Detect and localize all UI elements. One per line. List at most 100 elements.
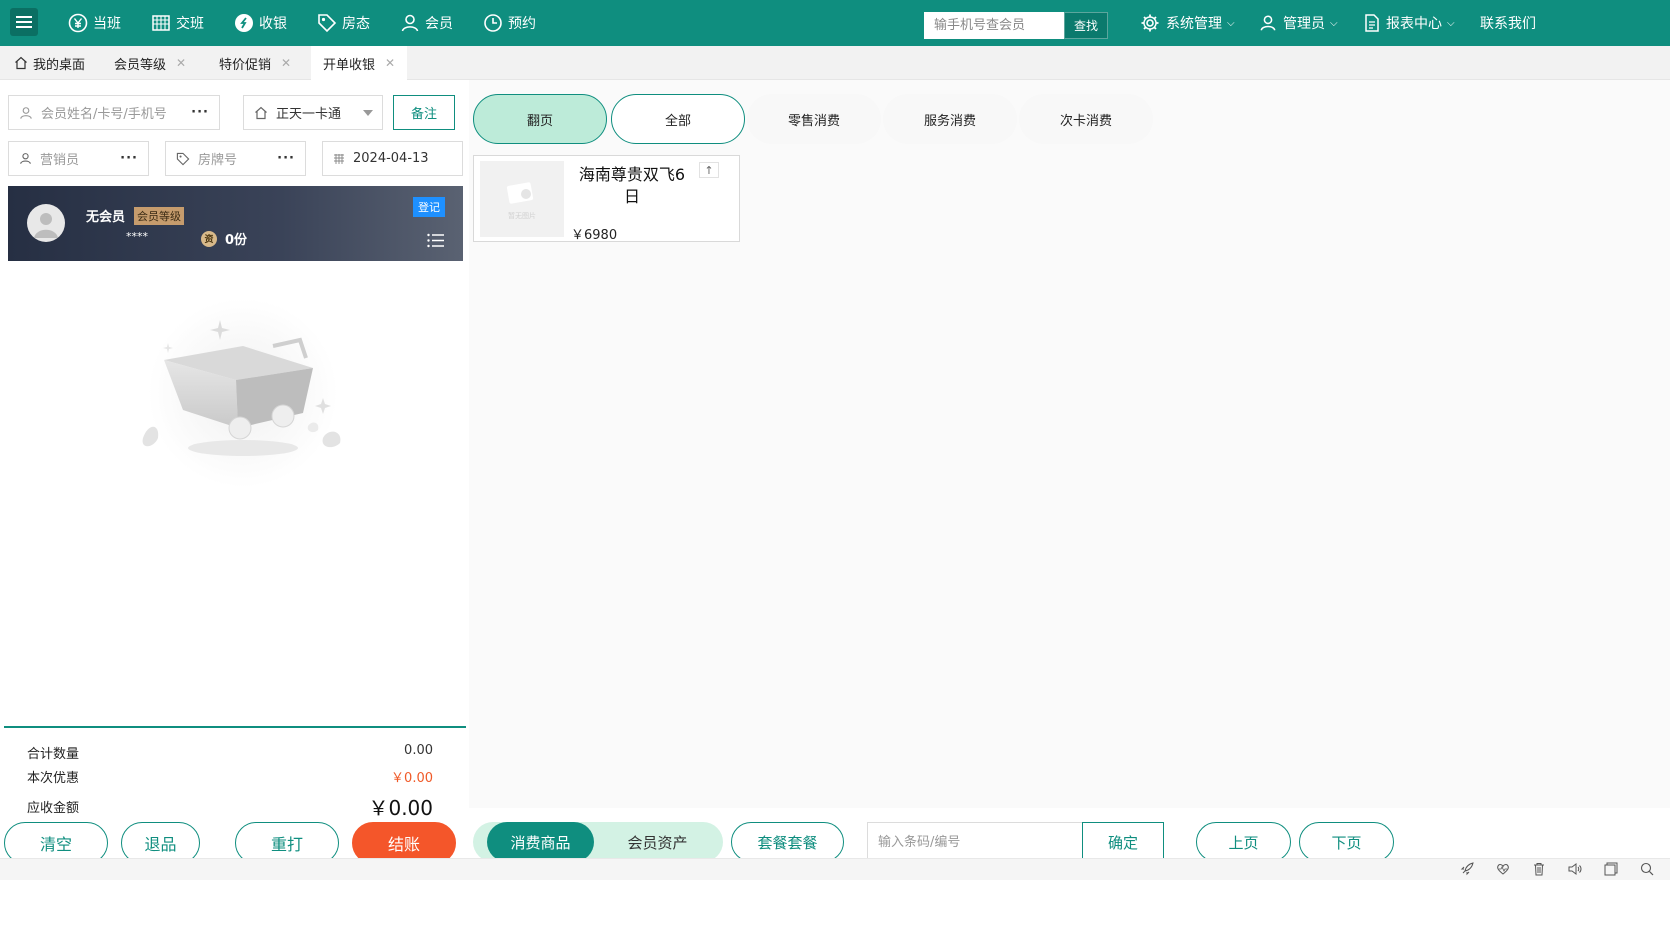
avatar	[27, 204, 65, 242]
tab-open-cashier[interactable]: 开单收银 ✕	[311, 46, 408, 80]
search-button[interactable]: 查找	[1064, 12, 1108, 39]
category-all[interactable]: 全部	[611, 94, 745, 144]
volume-icon[interactable]	[1568, 862, 1584, 878]
contact-link-label: 联系我们	[1480, 16, 1536, 32]
chevron-down-icon: ⌵	[1227, 17, 1235, 29]
summary-quantity-value: 0.00	[404, 743, 433, 758]
report-menu-label: 报表中心	[1386, 16, 1442, 32]
tab-special-promo[interactable]: 特价促销 ✕	[207, 46, 303, 80]
coin-icon: 资	[201, 230, 217, 247]
cashier-icon	[234, 13, 254, 33]
member-points: 资 0份	[201, 229, 247, 248]
svg-text:暂无图片: 暂无图片	[508, 211, 536, 220]
tab-label: 开单收银	[323, 57, 376, 73]
app-root: 当班 交班 收银 房态 会员 预约 查找	[0, 0, 1670, 935]
member-search-field[interactable]: 会员姓名/卡号/手机号 ···	[8, 95, 220, 130]
package-button[interactable]: 套餐套餐	[731, 822, 844, 862]
report-menu[interactable]: 报表中心 ⌵	[1364, 0, 1455, 46]
tab-desktop[interactable]: 我的桌面	[2, 46, 97, 80]
user-icon	[400, 13, 420, 33]
calendar-icon	[333, 153, 345, 165]
nav-item-handover[interactable]: 交班	[151, 0, 204, 46]
user-icon	[19, 106, 33, 120]
barcode-input[interactable]	[867, 822, 1083, 862]
confirm-button[interactable]: 确定	[1082, 822, 1164, 862]
summary-due-row: 应收金额 ￥0.00	[27, 792, 433, 821]
yen-circle-icon	[68, 13, 88, 33]
top-bar: 当班 交班 收银 房态 会员 预约 查找	[0, 0, 1670, 46]
sales-rep-field[interactable]: 营销员 ···	[8, 141, 149, 176]
category-service[interactable]: 服务消费	[883, 94, 1017, 144]
product-image-placeholder: 暂无图片	[480, 161, 564, 237]
user-icon	[1259, 14, 1277, 32]
main-nav: 当班 交班 收银 房态 会员 预约	[68, 0, 566, 46]
register-button[interactable]: 登记	[413, 197, 445, 217]
calendar-grid-icon	[151, 13, 171, 33]
date-value: 2024-04-13	[353, 151, 429, 166]
chevron-down-icon: ⌵	[1330, 17, 1338, 29]
prev-page-button[interactable]: 上页	[1196, 822, 1291, 862]
window-icon[interactable]	[1604, 862, 1620, 878]
nav-label: 收银	[259, 16, 287, 32]
tab-label: 特价促销	[219, 57, 272, 73]
empty-cart-icon	[142, 298, 341, 488]
more-icon[interactable]: ···	[277, 151, 295, 166]
category-times-card[interactable]: 次卡消费	[1019, 94, 1153, 144]
category-flip[interactable]: 翻页	[473, 94, 607, 144]
category-retail[interactable]: 零售消费	[747, 94, 881, 144]
gear-icon	[1140, 13, 1160, 33]
next-page-button[interactable]: 下页	[1299, 822, 1394, 862]
no-image-icon: 暂无图片	[506, 182, 536, 220]
note-button[interactable]: 备注	[393, 95, 455, 130]
more-icon[interactable]: ···	[191, 105, 209, 120]
member-points-value: 0份	[225, 233, 248, 248]
heart-icon[interactable]	[1496, 862, 1512, 878]
trash-icon[interactable]	[1532, 862, 1548, 878]
consume-goods-toggle[interactable]: 消费商品	[487, 822, 594, 862]
tab-bar: 我的桌面 会员等级 ✕ 特价促销 ✕ 开单收银 ✕	[0, 46, 1670, 80]
rocket-icon[interactable]	[1460, 862, 1476, 878]
list-icon[interactable]	[427, 233, 445, 252]
product-name: 海南尊贵双飞6日	[578, 165, 686, 206]
member-assets-toggle[interactable]: 会员资产	[604, 822, 711, 862]
close-icon[interactable]: ✕	[281, 56, 291, 70]
product-card[interactable]: 暂无图片 海南尊贵双飞6日 ↑ ￥6980	[473, 155, 740, 243]
contact-link[interactable]: 联系我们	[1480, 0, 1536, 46]
user-icon	[19, 152, 32, 165]
menu-toggle-button[interactable]	[10, 8, 38, 36]
member-search-input[interactable]	[924, 12, 1064, 39]
tag-icon	[317, 13, 337, 33]
summary-divider	[4, 726, 466, 728]
product-price: ￥6980	[571, 228, 618, 243]
date-field[interactable]: 2024-04-13	[322, 141, 463, 176]
search-icon[interactable]	[1640, 862, 1656, 878]
tab-member-level[interactable]: 会员等级 ✕	[102, 46, 198, 80]
nav-label: 房态	[342, 16, 370, 32]
nav-label: 交班	[176, 16, 204, 32]
system-menu[interactable]: 系统管理 ⌵	[1140, 0, 1235, 46]
admin-menu[interactable]: 管理员 ⌵	[1259, 0, 1338, 46]
nav-label: 预约	[508, 16, 536, 32]
nav-item-member[interactable]: 会员	[400, 0, 453, 46]
chevron-down-icon: ⌵	[1447, 17, 1455, 29]
system-menu-label: 系统管理	[1166, 16, 1222, 32]
room-number-field[interactable]: 房牌号 ···	[165, 141, 306, 176]
close-icon[interactable]: ✕	[176, 56, 186, 70]
arrow-up-icon[interactable]: ↑	[699, 162, 719, 178]
nav-label: 会员	[425, 16, 453, 32]
tab-label: 会员等级	[114, 57, 167, 73]
summary-due-label: 应收金额	[27, 801, 80, 816]
nav-label: 当班	[93, 16, 121, 32]
nav-item-booking[interactable]: 预约	[483, 0, 536, 46]
clock-icon	[483, 13, 503, 33]
member-search-placeholder: 会员姓名/卡号/手机号	[41, 107, 167, 122]
nav-item-shift[interactable]: 当班	[68, 0, 121, 46]
sales-rep-placeholder: 营销员	[40, 153, 80, 168]
home-icon	[254, 106, 268, 120]
nav-item-room-status[interactable]: 房态	[317, 0, 370, 46]
card-type-select[interactable]: 正天一卡通	[243, 95, 383, 130]
close-icon[interactable]: ✕	[385, 56, 395, 70]
member-masked-card: ****	[126, 230, 148, 243]
more-icon[interactable]: ···	[120, 151, 138, 166]
nav-item-cashier[interactable]: 收银	[234, 0, 287, 46]
